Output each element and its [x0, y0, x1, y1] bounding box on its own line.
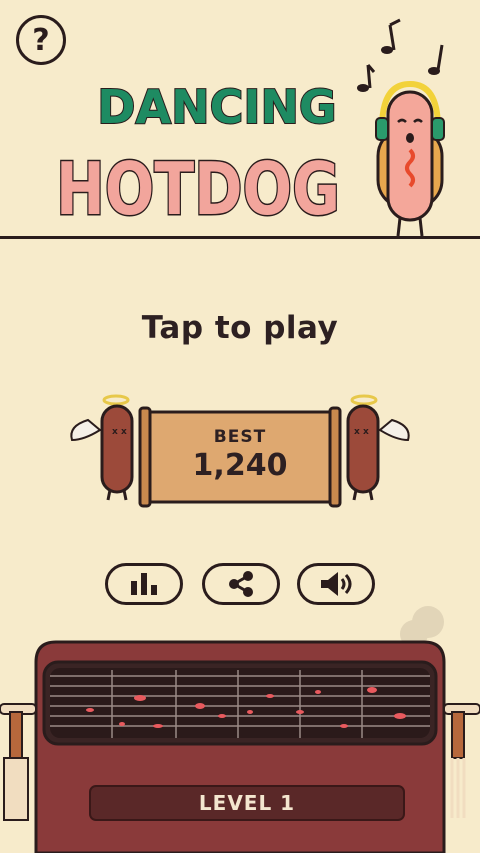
bar-chart-icon: [131, 573, 157, 595]
speaker-icon: [321, 572, 352, 596]
svg-text:x x: x x: [112, 427, 127, 437]
level-label: LEVEL 1: [198, 791, 296, 815]
sound-button[interactable]: [297, 563, 375, 605]
music-note-icon: [357, 18, 444, 92]
title-dancing: DANCING: [97, 80, 336, 134]
hotdog-mascot: [357, 18, 445, 237]
leaderboard-button[interactable]: [105, 563, 183, 605]
svg-text:x x: x x: [354, 427, 369, 437]
share-button[interactable]: [202, 563, 280, 605]
header-divider: [0, 236, 480, 239]
title-hotdog: HOTDOG: [56, 147, 340, 230]
fork-icon: [443, 703, 480, 818]
angel-hotdog-left: x x: [70, 394, 134, 501]
spatula-icon: [0, 703, 37, 821]
best-label: BEST: [213, 427, 267, 447]
best-score-value: 1,240: [192, 448, 288, 483]
game-title: DANCING HOTDOG: [55, 79, 342, 230]
share-icon: [229, 571, 253, 597]
tap-to-play-label[interactable]: Tap to play: [0, 310, 480, 346]
angel-hotdog-right: x x: [346, 394, 410, 501]
